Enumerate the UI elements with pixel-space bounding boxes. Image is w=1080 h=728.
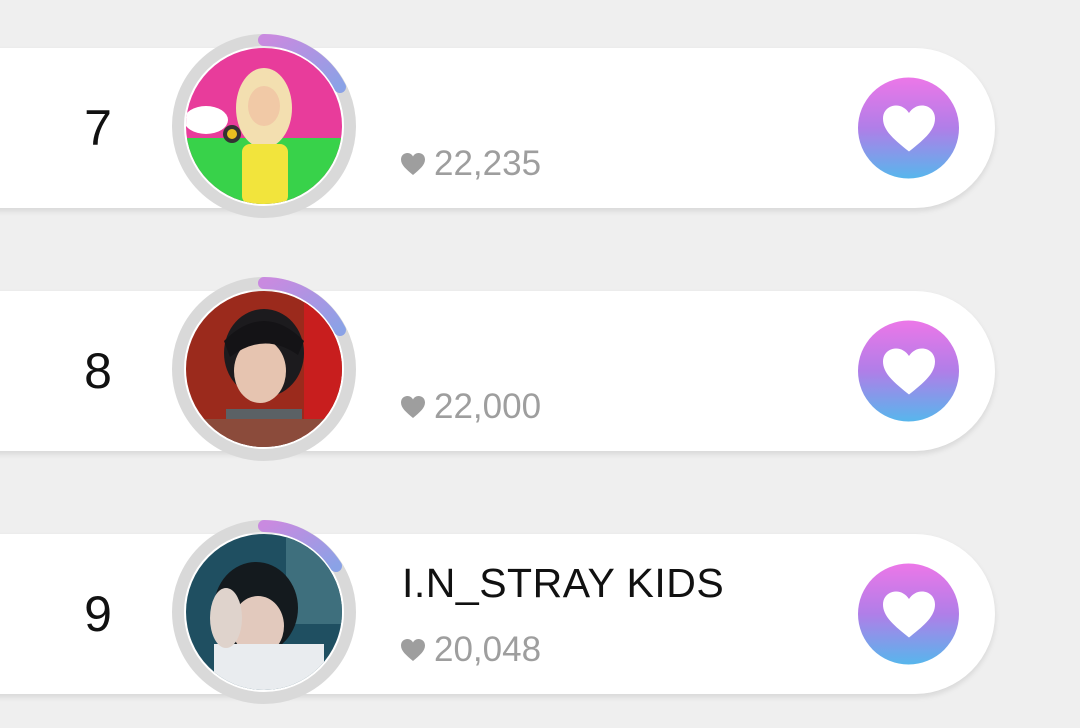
avatar-photo-stray-kids-in: [186, 534, 342, 690]
heart-icon: [401, 639, 425, 661]
vote-count-value: 22,235: [434, 144, 542, 183]
ranking-row[interactable]: 8 22,000: [0, 277, 995, 461]
avatar-progress-ring[interactable]: [170, 275, 358, 463]
vote-count-value: 22,000: [434, 387, 542, 426]
vote-button[interactable]: [858, 563, 959, 665]
vote-button[interactable]: [858, 320, 959, 422]
heart-icon: [401, 153, 425, 175]
avatar-photo-dark-hair-idol: [186, 291, 342, 447]
avatar: [186, 48, 342, 204]
ranking-list: 7 22,235 8 22,000 9 I.N_STRAY KIDS 20,04…: [0, 0, 1080, 728]
rank-number: 7: [84, 100, 112, 156]
vote-button[interactable]: [858, 77, 959, 179]
rank-number: 9: [84, 586, 112, 642]
heart-icon: [882, 348, 935, 394]
avatar: [186, 291, 342, 447]
avatar-progress-ring[interactable]: [170, 32, 358, 220]
ranking-row[interactable]: 7 22,235: [0, 34, 995, 218]
avatar: [186, 534, 342, 690]
avatar-progress-ring[interactable]: [170, 518, 358, 706]
artist-name: I.N_STRAY KIDS: [402, 560, 725, 606]
heart-icon: [401, 396, 425, 418]
heart-icon: [882, 591, 935, 637]
rank-number: 8: [84, 343, 112, 399]
vote-count: 22,235: [400, 144, 541, 184]
avatar-photo-blonde-idol: [186, 48, 342, 204]
vote-count: 20,048: [400, 630, 541, 670]
vote-count: 22,000: [400, 387, 541, 427]
vote-count-value: 20,048: [434, 630, 542, 669]
heart-icon: [882, 105, 935, 151]
ranking-row[interactable]: 9 I.N_STRAY KIDS 20,048: [0, 520, 995, 704]
